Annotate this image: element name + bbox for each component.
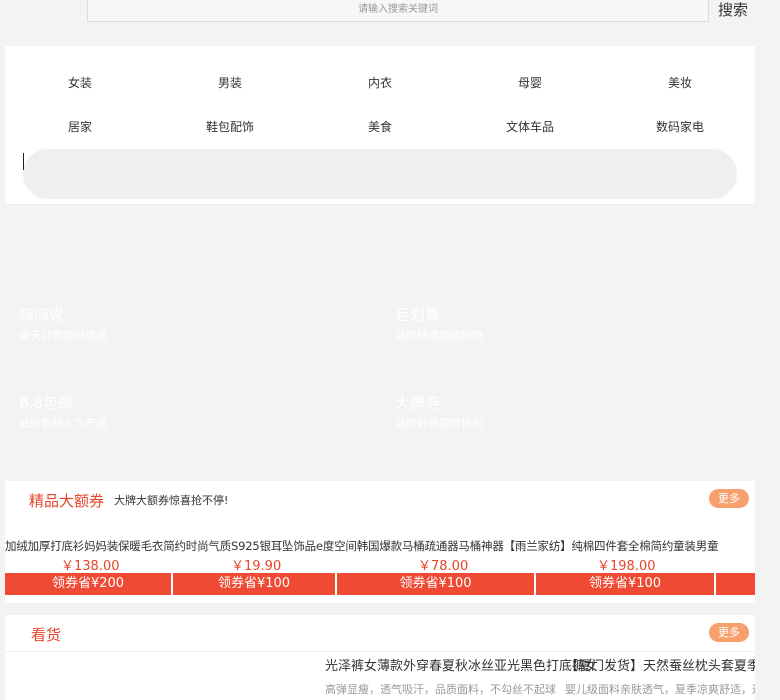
watch-item-title: 【厦门发货】天然蚕丝枕头套夏季真丝枕巾 bbox=[565, 659, 755, 674]
section-subtitle: 大牌大额券惊喜抢不停! bbox=[114, 494, 229, 507]
coupon-button[interactable]: 领券省¥100 bbox=[173, 573, 335, 595]
category-home[interactable]: 居家 bbox=[5, 118, 155, 135]
product-titles[interactable]: 加绒加厚打底衫妈妈装保暖毛衣简约时尚气质S925银耳坠饰品e度空间韩国爆款马桶疏… bbox=[5, 538, 719, 554]
watch-item-desc: 婴儿级面料亲肤透气，夏季凉爽舒适，还能美容养颜呢？鸿星尔克 bbox=[565, 683, 755, 696]
feature-subtitle: 每天订购随时速递 bbox=[19, 329, 107, 342]
feature-juhuasuan[interactable]: 巨划算 品质精选超值好物 bbox=[395, 304, 483, 343]
text-cursor bbox=[23, 153, 24, 170]
category-search-pill[interactable] bbox=[23, 149, 737, 199]
feature-subtitle: 低价包邮人气产品 bbox=[19, 417, 107, 430]
coupon-button[interactable]: 领券省¥100 bbox=[337, 573, 534, 595]
category-men[interactable]: 男装 bbox=[155, 74, 305, 91]
product-price: ￥78.00 bbox=[418, 559, 469, 574]
coupon-button[interactable]: 领券省¥200 bbox=[5, 573, 171, 595]
feature-subtitle: 品牌好货限时折扣 bbox=[395, 417, 483, 430]
category-food[interactable]: 美食 bbox=[305, 118, 455, 135]
category-shoes-bags[interactable]: 鞋包配饰 bbox=[155, 118, 305, 135]
feature-free-shipping[interactable]: 8.8包邮 低价包邮人气产品 bbox=[19, 392, 107, 431]
feature-haihaishuo[interactable]: 嗨嗨说 每天订购随时速递 bbox=[19, 304, 107, 343]
coupon-button[interactable]: 领券省¥100 bbox=[536, 573, 714, 595]
product-price: ￥19.90 bbox=[231, 559, 282, 574]
category-sports-auto[interactable]: 文体车品 bbox=[455, 118, 605, 135]
category-digital[interactable]: 数码家电 bbox=[605, 118, 755, 135]
search-button[interactable]: 搜索 bbox=[716, 0, 750, 22]
divider bbox=[5, 651, 755, 652]
more-button[interactable]: 更多 bbox=[709, 623, 749, 642]
category-underwear[interactable]: 内衣 bbox=[305, 74, 455, 91]
feature-title: 大牌券 bbox=[395, 394, 441, 412]
feature-title: 8.8包邮 bbox=[19, 394, 73, 412]
product-price: ￥198.00 bbox=[597, 559, 656, 574]
category-women[interactable]: 女装 bbox=[5, 74, 155, 91]
category-nav: 女装 男装 内衣 母婴 美妆 居家 鞋包配饰 美食 文体车品 数码家电 bbox=[5, 46, 755, 205]
section-title: 精品大额券 bbox=[29, 492, 105, 510]
category-maternity[interactable]: 母婴 bbox=[455, 74, 605, 91]
watch-section: 看货 更多 光泽裤女薄款外穿春夏秋冰丝亚光黑色打底裤女 高弹显瘦，透气吸汗，品质… bbox=[5, 615, 755, 700]
feature-brand-coupon[interactable]: 大牌券 品牌好货限时折扣 bbox=[395, 392, 483, 431]
coupon-button-partial[interactable] bbox=[716, 573, 755, 595]
watch-item[interactable]: 【厦门发货】天然蚕丝枕头套夏季真丝枕巾 婴儿级面料亲肤透气，夏季凉爽舒适，还能美… bbox=[565, 653, 755, 697]
feature-subtitle: 品质精选超值好物 bbox=[395, 329, 483, 342]
product-price: ￥138.00 bbox=[61, 559, 120, 574]
feature-title: 嗨嗨说 bbox=[19, 306, 65, 324]
section-title: 看货 bbox=[31, 626, 62, 644]
coupon-section: 精品大额券 大牌大额券惊喜抢不停! 更多 加绒加厚打底衫妈妈装保暖毛衣简约时尚气… bbox=[5, 481, 755, 603]
search-input[interactable]: 请输入搜索关键词 bbox=[87, 0, 709, 22]
more-button[interactable]: 更多 bbox=[709, 489, 749, 508]
watch-list: 光泽裤女薄款外穿春夏秋冰丝亚光黑色打底裤女 高弹显瘦，透气吸汗，品质面料，不勾丝… bbox=[325, 653, 755, 700]
category-beauty[interactable]: 美妆 bbox=[605, 74, 755, 91]
feature-title: 巨划算 bbox=[395, 306, 441, 324]
